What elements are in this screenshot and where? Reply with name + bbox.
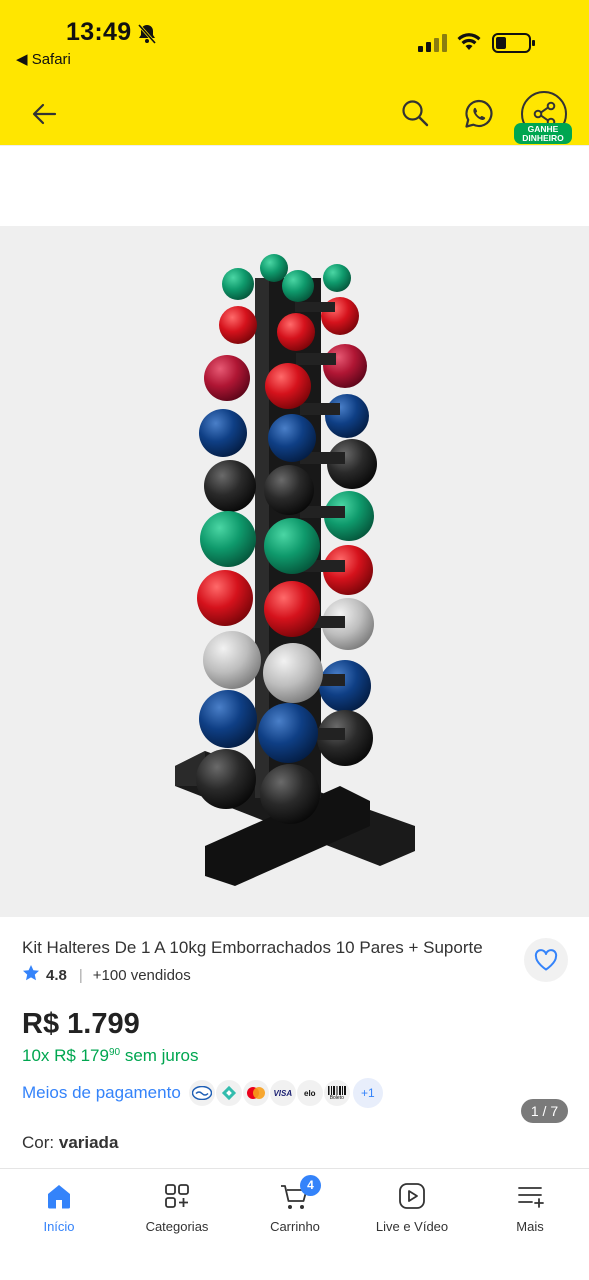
tab-mais-label: Mais bbox=[516, 1219, 544, 1234]
status-bar: 13:49 ◀ Safari bbox=[0, 0, 589, 80]
payment-methods-row[interactable]: Meios de pagamento VISA elo Boleto +1 bbox=[22, 1078, 383, 1108]
mercado-pago-icon bbox=[188, 1080, 215, 1106]
whatsapp-icon[interactable] bbox=[463, 98, 495, 135]
bottom-tab-bar: Início Categorias 4 Carrinho Live e Víde… bbox=[0, 1168, 589, 1280]
mastercard-icon bbox=[242, 1080, 269, 1106]
boleto-label: Boleto bbox=[329, 1094, 344, 1101]
installments-cents: 90 bbox=[108, 1047, 121, 1058]
color-value: variada bbox=[58, 1133, 119, 1152]
more-payment-methods-badge[interactable]: +1 bbox=[352, 1078, 383, 1108]
tab-categorias-label: Categorias bbox=[145, 1219, 209, 1234]
color-label: Cor: bbox=[22, 1133, 55, 1152]
tab-live-video-label: Live e Vídeo bbox=[375, 1219, 449, 1234]
cart-count-badge: 4 bbox=[300, 1175, 321, 1196]
product-image-gallery[interactable]: 1 / 7 bbox=[0, 226, 589, 1123]
tab-mais[interactable]: Mais bbox=[471, 1169, 589, 1249]
bell-muted-icon bbox=[136, 23, 158, 50]
earn-money-line2: DINHEIRO bbox=[522, 133, 564, 143]
tab-carrinho[interactable]: 4 Carrinho bbox=[236, 1169, 354, 1249]
cart-icon bbox=[236, 1181, 354, 1215]
back-arrow-icon[interactable] bbox=[30, 100, 58, 133]
product-title: Kit Halteres De 1 A 10kg Emborrachados 1… bbox=[22, 938, 483, 957]
more-icon bbox=[471, 1181, 589, 1215]
tab-inicio[interactable]: Início bbox=[0, 1169, 118, 1249]
status-time: 13:49 bbox=[66, 18, 132, 46]
boleto-icon: Boleto bbox=[323, 1080, 350, 1106]
favorite-button[interactable] bbox=[524, 938, 568, 982]
signal-icon bbox=[418, 34, 448, 59]
tab-categorias[interactable]: Categorias bbox=[118, 1169, 236, 1249]
play-icon bbox=[353, 1181, 471, 1215]
rating-value: 4.8 bbox=[46, 966, 67, 984]
rating-row[interactable]: 4.8 | +100 vendidos bbox=[22, 964, 191, 986]
categories-icon bbox=[118, 1181, 236, 1215]
elo-icon: elo bbox=[296, 1080, 323, 1106]
wifi-icon bbox=[456, 32, 482, 57]
tab-inicio-label: Início bbox=[43, 1219, 75, 1234]
battery-icon bbox=[492, 32, 536, 59]
payment-methods-link[interactable]: Meios de pagamento bbox=[22, 1083, 181, 1103]
home-icon bbox=[0, 1181, 118, 1215]
spacer-band bbox=[0, 145, 589, 225]
product-image bbox=[175, 254, 415, 886]
earn-money-badge[interactable]: GANHE DINHEIRO bbox=[514, 123, 572, 144]
pix-icon bbox=[215, 1080, 242, 1106]
search-icon[interactable] bbox=[400, 98, 430, 133]
heart-icon bbox=[534, 949, 558, 976]
star-icon bbox=[22, 964, 40, 986]
color-selector[interactable]: Cor: variada bbox=[22, 1133, 118, 1153]
sold-count: +100 vendidos bbox=[92, 966, 191, 984]
installments-prefix: 10x R$ 179 bbox=[22, 1046, 109, 1065]
tab-carrinho-label: Carrinho bbox=[270, 1219, 320, 1234]
app-header: GANHE DINHEIRO bbox=[0, 80, 589, 145]
installments-suffix: sem juros bbox=[124, 1046, 199, 1065]
visa-icon: VISA bbox=[269, 1080, 296, 1106]
tab-live-video[interactable]: Live e Vídeo bbox=[353, 1169, 471, 1249]
product-price: R$ 1.799 bbox=[22, 1008, 140, 1040]
image-counter: 1 / 7 bbox=[521, 1099, 568, 1123]
installments-text: 10x R$ 17990 sem juros bbox=[22, 1046, 199, 1066]
back-to-safari-link[interactable]: ◀ Safari bbox=[16, 50, 71, 68]
rating-separator: | bbox=[78, 966, 83, 984]
